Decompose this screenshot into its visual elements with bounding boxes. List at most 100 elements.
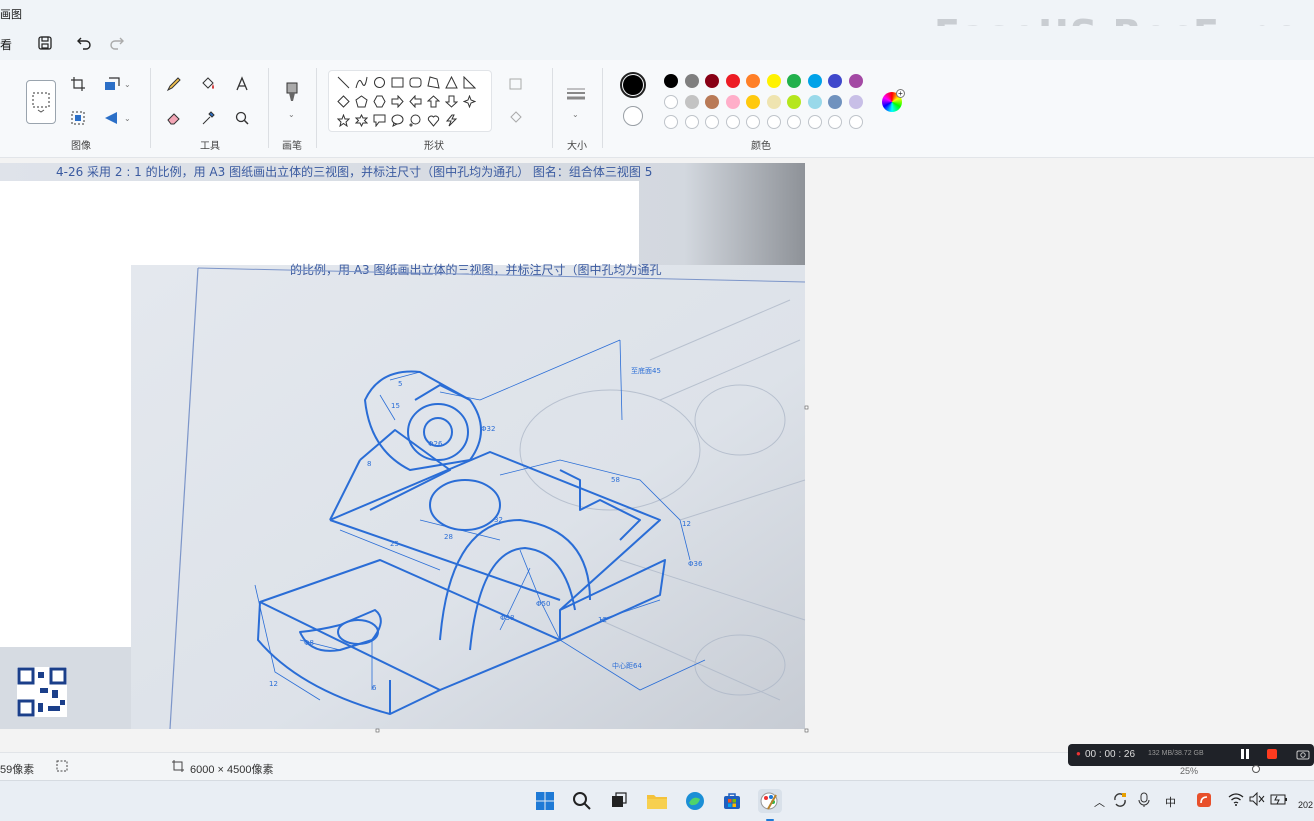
custom-color-slot[interactable] [705, 115, 719, 129]
paint-app-button[interactable] [758, 789, 782, 813]
shape-pentagon[interactable] [353, 93, 370, 110]
start-button[interactable] [533, 789, 557, 813]
volume-muted-icon[interactable] [1249, 791, 1265, 809]
canvas-area[interactable]: 4-26 采用 2 : 1 的比例，用 A3 图纸画出立体的三视图，并标注尺寸（… [0, 159, 1314, 752]
store-button[interactable] [720, 789, 744, 813]
shape-lightning[interactable] [443, 112, 460, 129]
shape-oval-callout[interactable] [389, 112, 406, 129]
tray-overflow-icon[interactable]: ︿ [1094, 794, 1105, 810]
color-picker-button[interactable] [196, 106, 220, 130]
custom-color-slot[interactable] [684, 115, 699, 129]
color-swatch[interactable] [684, 74, 699, 88]
pause-button[interactable] [1238, 747, 1252, 761]
primary-color-button[interactable] [620, 72, 646, 98]
brush-button[interactable] [280, 80, 304, 104]
color-swatch[interactable] [725, 94, 740, 109]
color-swatch[interactable] [766, 94, 781, 109]
task-view-button[interactable] [607, 789, 631, 813]
custom-color-slot[interactable] [787, 115, 801, 129]
custom-color-slot[interactable] [766, 115, 781, 129]
color-swatch[interactable] [807, 74, 822, 88]
resize-handle[interactable] [804, 728, 809, 733]
brush-dropdown-icon[interactable]: ⌄ [288, 110, 295, 119]
rotate-dropdown-icon[interactable]: ⌄ [124, 114, 131, 123]
shape-right-arrow[interactable] [389, 93, 406, 110]
shape-line[interactable] [335, 74, 352, 91]
shape-heart[interactable] [425, 112, 442, 129]
save-button[interactable] [34, 32, 56, 54]
shape-right-triangle[interactable] [461, 74, 478, 91]
shape-hexagon[interactable] [371, 93, 388, 110]
custom-color-slot[interactable] [828, 115, 842, 129]
undo-button[interactable] [73, 32, 95, 54]
custom-color-slot[interactable] [746, 115, 760, 129]
size-dropdown-icon[interactable]: ⌄ [572, 110, 579, 119]
wifi-icon[interactable] [1228, 792, 1244, 809]
custom-color-slot[interactable] [807, 115, 822, 129]
color-swatch[interactable] [725, 74, 740, 88]
sogou-ime-icon[interactable] [1196, 792, 1212, 811]
color-swatch[interactable] [705, 94, 719, 109]
text-button[interactable] [230, 72, 254, 96]
color-swatch[interactable] [787, 74, 801, 88]
shape-rectangle[interactable] [389, 74, 406, 91]
edge-button[interactable] [683, 789, 707, 813]
screenshot-button[interactable] [1296, 747, 1310, 761]
stop-button[interactable] [1265, 747, 1279, 761]
custom-color-slot[interactable] [848, 115, 863, 129]
shape-diamond[interactable] [335, 93, 352, 110]
shape-rect-callout[interactable] [371, 112, 388, 129]
custom-color-slot[interactable] [725, 115, 740, 129]
shape-rounded-rectangle[interactable] [407, 74, 424, 91]
color-swatch[interactable] [787, 94, 801, 109]
battery-icon[interactable] [1270, 792, 1288, 809]
select-button[interactable] [26, 80, 56, 124]
fill-shape-button[interactable] [504, 106, 528, 130]
zoom-level[interactable]: 25% [1180, 766, 1198, 776]
magnifier-button[interactable] [230, 106, 254, 130]
resize-dropdown-icon[interactable]: ⌄ [124, 80, 131, 89]
color-swatch[interactable] [664, 74, 678, 88]
shape-five-point-star[interactable] [335, 112, 352, 129]
color-swatch[interactable] [807, 94, 822, 109]
rotate-button[interactable] [100, 106, 124, 130]
custom-color-slot[interactable] [664, 115, 678, 129]
shape-down-arrow[interactable] [443, 93, 460, 110]
color-swatch[interactable] [746, 74, 760, 88]
redo-button[interactable] [106, 32, 128, 54]
zoom-slider-thumb[interactable] [1252, 765, 1260, 773]
resize-handle[interactable] [804, 405, 809, 410]
shape-polygon[interactable] [425, 74, 442, 91]
shape-up-arrow[interactable] [425, 93, 442, 110]
sync-icon[interactable] [1112, 792, 1128, 811]
input-method-indicator[interactable]: 中 [1165, 794, 1176, 810]
shape-curve[interactable] [353, 74, 370, 91]
color-swatch[interactable] [848, 94, 863, 109]
shape-oval[interactable] [371, 74, 388, 91]
image-select-button[interactable] [66, 106, 90, 130]
color-swatch[interactable] [828, 74, 842, 88]
size-button[interactable] [564, 82, 588, 106]
microphone-icon[interactable] [1138, 792, 1150, 811]
drawing-canvas[interactable]: 4-26 采用 2 : 1 的比例，用 A3 图纸画出立体的三视图，并标注尺寸（… [0, 159, 1314, 752]
search-button[interactable] [570, 789, 594, 813]
resize-handle[interactable] [375, 728, 380, 733]
secondary-color-button[interactable] [623, 106, 643, 126]
color-swatch[interactable] [828, 94, 842, 109]
color-swatch[interactable] [766, 74, 781, 88]
edit-colors-button[interactable]: + [882, 89, 905, 112]
shape-triangle[interactable] [443, 74, 460, 91]
view-menu[interactable]: 看 [0, 36, 12, 53]
fill-button[interactable] [196, 72, 220, 96]
shape-left-arrow[interactable] [407, 93, 424, 110]
color-swatch[interactable] [705, 74, 719, 88]
color-swatch[interactable] [684, 94, 699, 109]
color-swatch[interactable] [848, 74, 863, 88]
shape-four-point-star[interactable] [461, 93, 478, 110]
resize-button[interactable] [100, 72, 124, 96]
crop-button[interactable] [66, 72, 90, 96]
color-swatch[interactable] [746, 94, 760, 109]
shape-six-point-star[interactable] [353, 112, 370, 129]
eraser-button[interactable] [162, 106, 186, 130]
pencil-button[interactable] [162, 72, 186, 96]
